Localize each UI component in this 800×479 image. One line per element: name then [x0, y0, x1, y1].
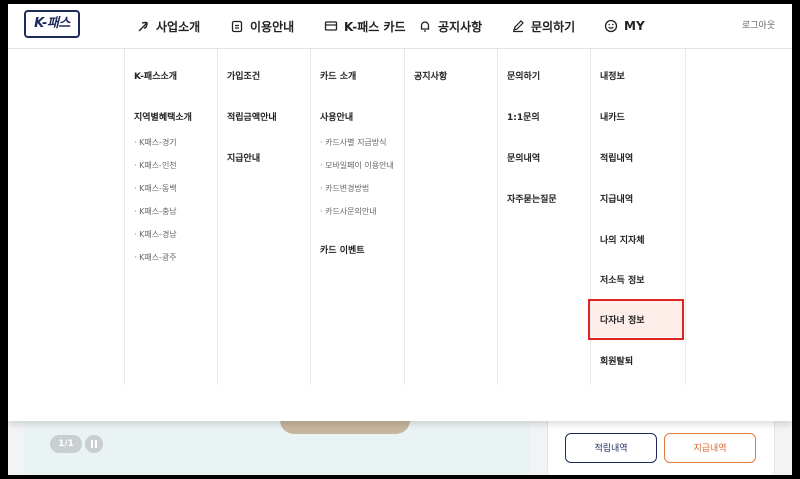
nav-label: 사업소개	[156, 19, 201, 34]
nav-my[interactable]: MY	[604, 16, 645, 36]
menu-sub-card-inquiry[interactable]: · 카드사문의안내	[320, 206, 377, 217]
menu-sub-incheon[interactable]: · K패스-인천	[134, 160, 177, 171]
menu-card-event[interactable]: 카드 이벤트	[320, 243, 365, 256]
bell-icon	[420, 21, 430, 32]
pencil-icon	[513, 20, 524, 33]
nav-inquiry[interactable]: 문의하기	[511, 16, 575, 36]
menu-my-municipality[interactable]: 나의 지자체	[600, 233, 645, 246]
nav-usage-guide[interactable]: 이용안내	[230, 16, 294, 36]
menu-sub-gwangju[interactable]: · K패스-광주	[134, 252, 177, 263]
smile-icon	[604, 19, 618, 33]
nav-label: 문의하기	[531, 19, 576, 34]
menu-inquiry[interactable]: 문의하기	[507, 69, 540, 82]
menu-faq[interactable]: 자주묻는질문	[507, 192, 557, 205]
menu-payment-history[interactable]: 지급내역	[600, 192, 633, 205]
menu-payment-guide[interactable]: 지급안내	[227, 151, 260, 164]
nav-business-intro[interactable]: 사업소개	[136, 16, 200, 36]
nav-label: 공지사항	[438, 19, 483, 34]
menu-col-business: K-패스소개 지역별혜택소개 · K패스-경기 · K패스-인천 · K패스-동…	[124, 49, 218, 385]
pause-icon[interactable]	[85, 435, 103, 453]
menu-regional-benefits[interactable]: 지역별혜택소개	[134, 110, 192, 123]
screen: 1/1 적립내역 지급내역 K-패스 사업소개 이용안내 K-패스 카드 공지사…	[8, 4, 792, 475]
menu-sub-gyeongnam[interactable]: · K패스-경남	[134, 229, 177, 240]
logout-link[interactable]: 로그아웃	[742, 18, 775, 31]
menu-my-card[interactable]: 내카드	[600, 110, 625, 123]
menu-kpass-intro[interactable]: K-패스소개	[134, 69, 177, 82]
menu-join-conditions[interactable]: 가입조건	[227, 69, 260, 82]
menu-my-info[interactable]: 내정보	[600, 69, 625, 82]
payment-history-button[interactable]: 지급내역	[664, 433, 756, 463]
menu-sub-gyeonggi[interactable]: · K패스-경기	[134, 137, 177, 148]
menu-sub-chungnam[interactable]: · K패스-충남	[134, 206, 177, 217]
menu-sub-card-payment-method[interactable]: · 카드사별 지급방식	[320, 137, 387, 148]
mega-menu: K-패스소개 지역별혜택소개 · K패스-경기 · K패스-인천 · K패스-동…	[8, 49, 792, 421]
nav-label: 이용안내	[250, 19, 295, 34]
menu-low-income-info[interactable]: 저소득 정보	[600, 273, 645, 286]
menu-sub-card-change[interactable]: · 카드변경방법	[320, 183, 369, 194]
clipboard-icon	[231, 20, 243, 33]
nav-label: K-패스 카드	[344, 19, 406, 34]
menu-card-usage[interactable]: 사용안내	[320, 110, 353, 123]
banner-pager: 1/1	[50, 435, 82, 453]
nav-label: MY	[624, 19, 645, 33]
nav-notice[interactable]: 공지사항	[418, 16, 482, 36]
accrual-history-button[interactable]: 적립내역	[565, 433, 657, 463]
top-header: K-패스 사업소개 이용안내 K-패스 카드 공지사항 문의하기 MY 로그아웃	[8, 4, 792, 49]
nav-kpass-card[interactable]: K-패스 카드	[324, 16, 406, 36]
menu-sub-mobile-pay[interactable]: · 모바일페이 이용안내	[320, 160, 394, 171]
menu-col-card: 카드 소개 사용안내 · 카드사별 지급방식 · 모바일페이 이용안내 · 카드…	[310, 49, 405, 385]
menu-withdraw[interactable]: 회원탈퇴	[600, 354, 633, 367]
plant-icon	[138, 21, 148, 32]
menu-one-on-one[interactable]: 1:1문의	[507, 110, 540, 123]
menu-notice[interactable]: 공지사항	[414, 69, 447, 82]
menu-col-usage: 가입조건 적립금액안내 지급안내	[217, 49, 311, 385]
card-icon	[324, 21, 338, 31]
menu-col-inquiry: 문의하기 1:1문의 문의내역 자주묻는질문	[497, 49, 591, 385]
kpass-logo[interactable]: K-패스	[24, 10, 80, 38]
annotation-highlight-box	[588, 299, 684, 340]
menu-accrual-history[interactable]: 적립내역	[600, 151, 633, 164]
menu-card-intro[interactable]: 카드 소개	[320, 69, 356, 82]
menu-col-notice: 공지사항	[404, 49, 498, 385]
menu-inquiry-history[interactable]: 문의내역	[507, 151, 540, 164]
menu-accrual-amount[interactable]: 적립금액안내	[227, 110, 277, 123]
menu-sub-dongbaek[interactable]: · K패스-동백	[134, 183, 177, 194]
